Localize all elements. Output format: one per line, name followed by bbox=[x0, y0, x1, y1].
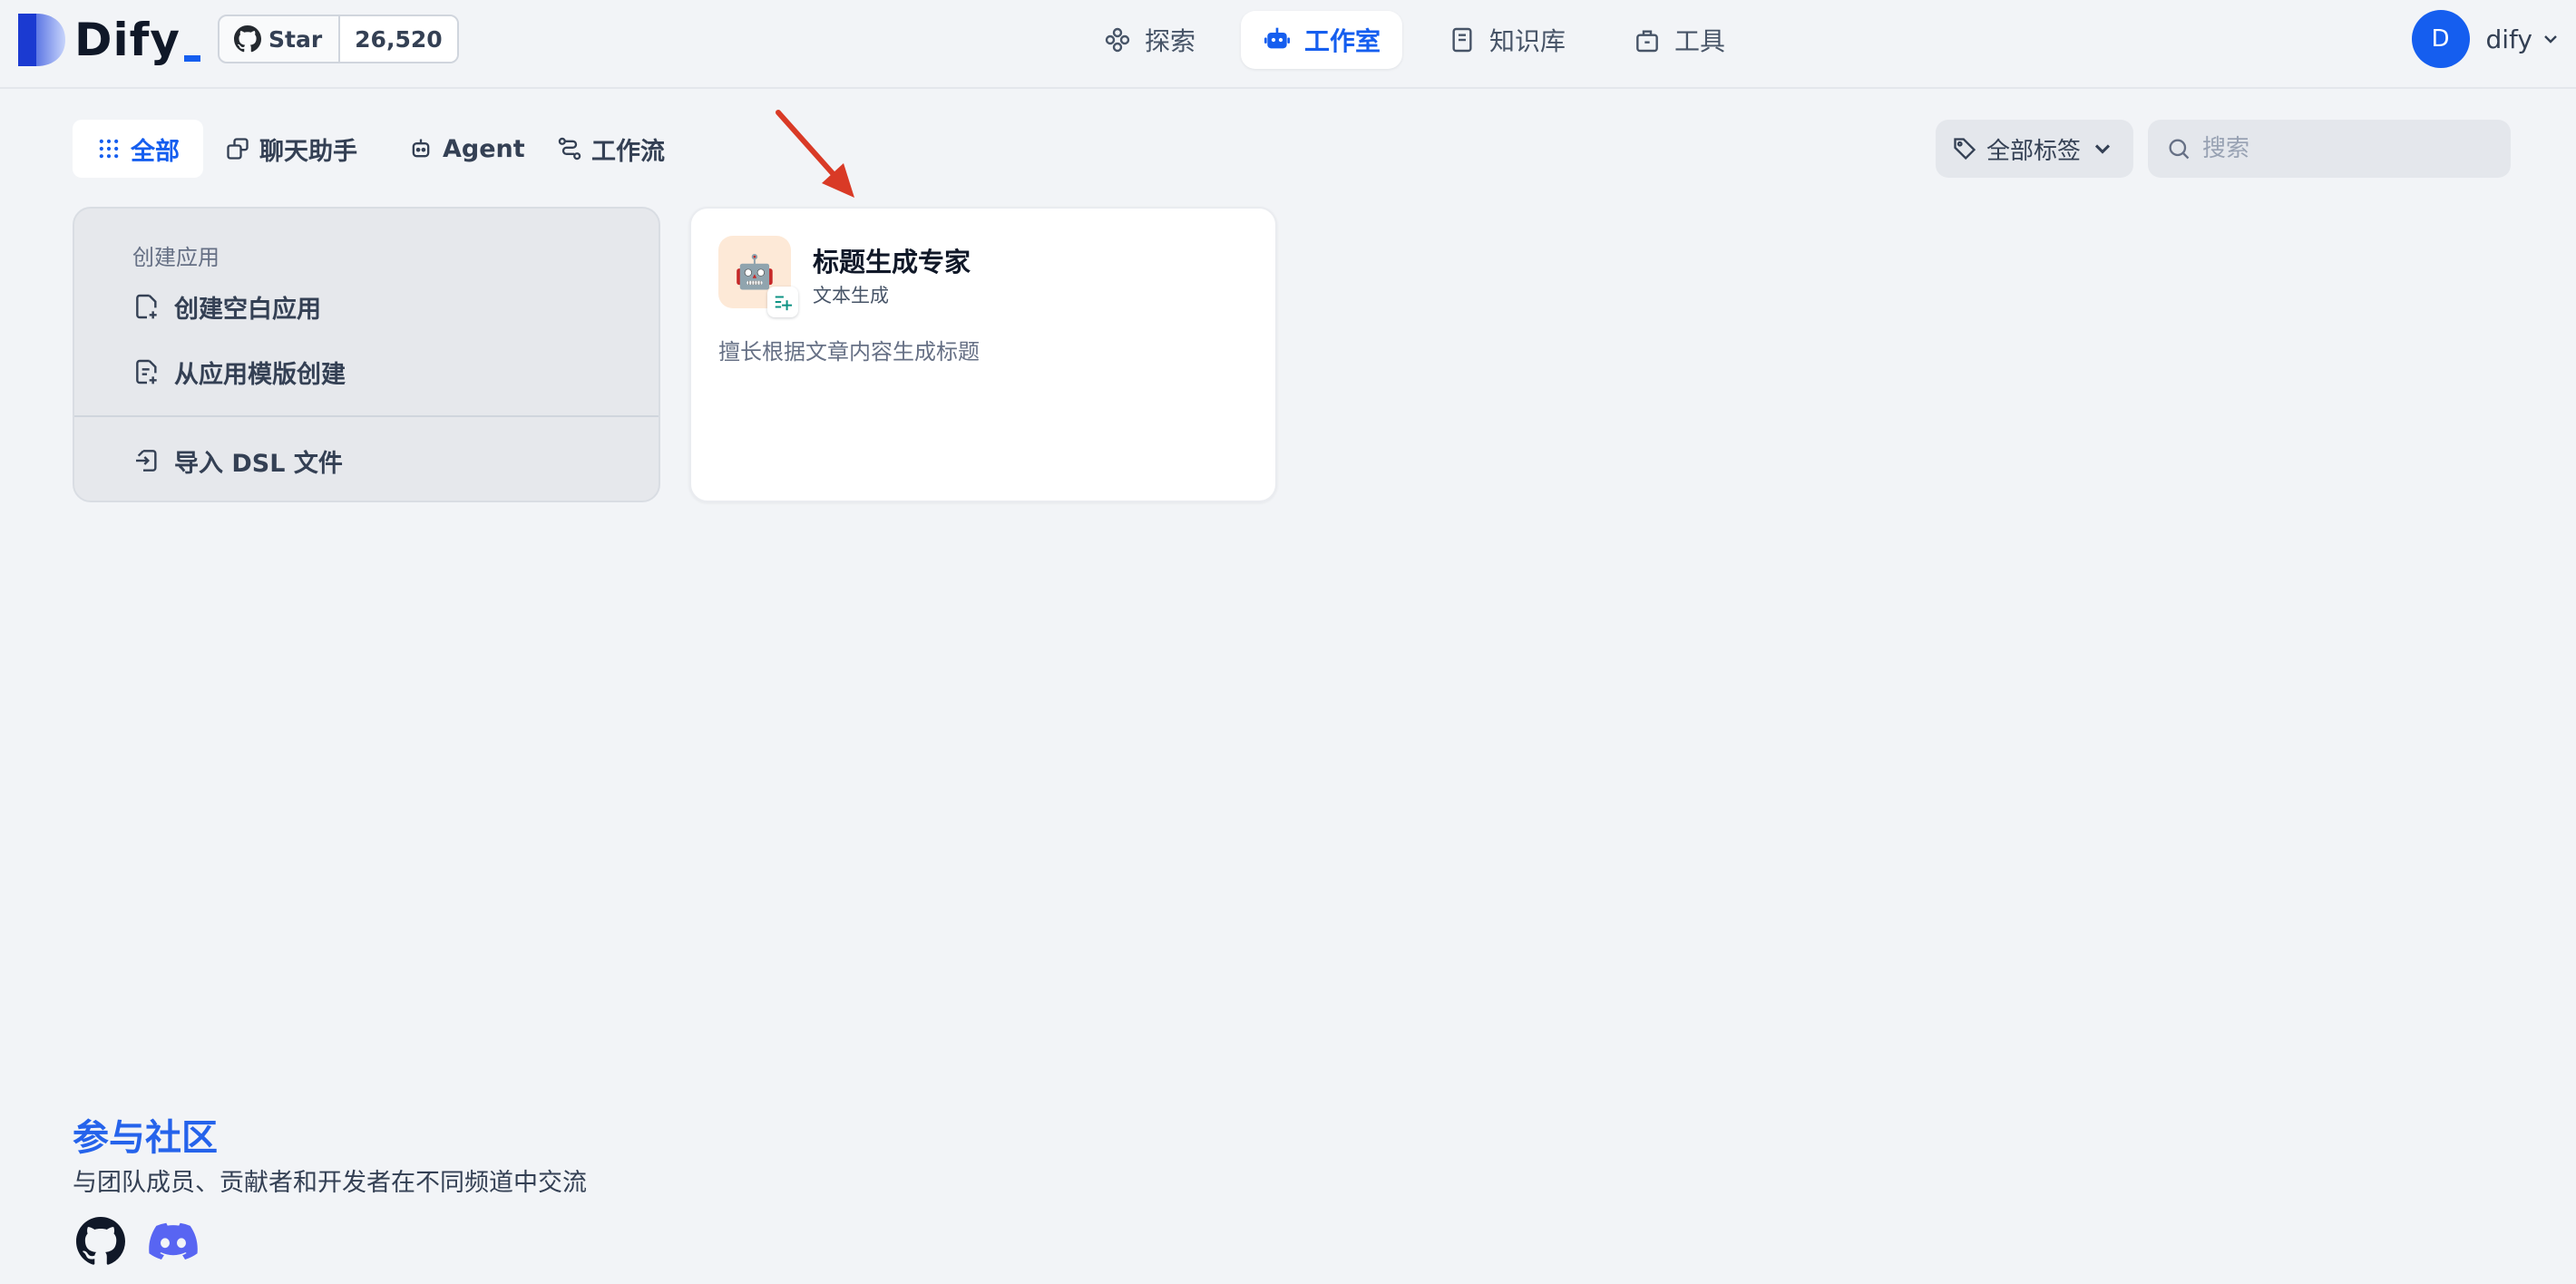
nav-studio-label: 工作室 bbox=[1304, 26, 1381, 56]
user-name: dify bbox=[2485, 24, 2533, 54]
search-input[interactable] bbox=[2202, 135, 2493, 162]
tab-agent[interactable]: Agent bbox=[385, 120, 549, 178]
nav-knowledge-label: 知识库 bbox=[1489, 26, 1566, 56]
explore-icon bbox=[1105, 27, 1130, 53]
import-dsl-label: 导入 DSL 文件 bbox=[174, 449, 343, 478]
toolbox-icon bbox=[1636, 30, 1658, 53]
create-blank-app-button[interactable]: 创建空白应用 bbox=[132, 285, 321, 328]
workflow-icon bbox=[558, 137, 581, 160]
agent-icon bbox=[412, 139, 430, 158]
app-name: 标题生成专家 bbox=[813, 247, 971, 277]
search-icon bbox=[2169, 139, 2190, 160]
create-blank-app-label: 创建空白应用 bbox=[174, 295, 321, 324]
search-box[interactable] bbox=[2148, 120, 2511, 178]
app-type-badge bbox=[767, 287, 798, 317]
tag-filter-label: 全部标签 bbox=[1986, 137, 2082, 165]
app-type: 文本生成 bbox=[813, 285, 889, 306]
grid-icon bbox=[99, 139, 119, 159]
nav-studio[interactable]: 工作室 bbox=[1241, 11, 1403, 69]
nav-knowledge[interactable]: 知识库 bbox=[1426, 11, 1587, 69]
app-card[interactable]: 🤖 标题生成专家 文本生成 擅长根据文章内容生成标题 bbox=[689, 207, 1277, 502]
github-star-label: Star bbox=[268, 25, 323, 53]
community-description: 与团队成员、贡献者和开发者在不同频道中交流 bbox=[73, 1169, 587, 1197]
logo-text: Dify bbox=[74, 14, 181, 66]
robot-icon bbox=[1264, 27, 1290, 49]
book-icon bbox=[1452, 27, 1472, 53]
avatar: D bbox=[2411, 10, 2470, 68]
file-text-icon bbox=[136, 359, 157, 384]
tab-all-label: 全部 bbox=[131, 137, 180, 166]
github-icon bbox=[234, 25, 261, 53]
tab-chatbot[interactable]: 聊天助手 bbox=[201, 120, 381, 178]
nav-tools[interactable]: 工具 bbox=[1611, 11, 1747, 69]
tab-all[interactable]: 全部 bbox=[73, 120, 203, 178]
create-app-title: 创建应用 bbox=[132, 245, 220, 270]
github-star-count[interactable]: 26,520 bbox=[340, 16, 457, 62]
user-menu[interactable]: D dify bbox=[2411, 9, 2562, 69]
app-description: 擅长根据文章内容生成标题 bbox=[718, 339, 980, 365]
chat-bot-icon bbox=[227, 138, 249, 160]
tab-workflow[interactable]: 工作流 bbox=[533, 120, 688, 178]
text-generation-icon bbox=[775, 296, 793, 311]
github-icon[interactable] bbox=[76, 1217, 125, 1266]
tab-agent-label: Agent bbox=[443, 134, 525, 163]
github-star-button[interactable]: Star bbox=[220, 16, 341, 62]
logo-cursor bbox=[184, 54, 200, 62]
chevron-down-icon bbox=[2094, 144, 2111, 154]
create-app-card: 创建应用 创建空白应用 从应用模版创建 导入 DSL 文件 bbox=[73, 207, 660, 502]
nav-tools-label: 工具 bbox=[1674, 26, 1726, 56]
file-plus-icon bbox=[136, 294, 157, 319]
divider bbox=[74, 415, 659, 417]
chevron-down-icon bbox=[2544, 35, 2557, 44]
annotation-arrow-icon bbox=[776, 110, 854, 198]
tag-filter-dropdown[interactable]: 全部标签 bbox=[1936, 120, 2133, 178]
dify-logo-mark-icon bbox=[18, 14, 65, 66]
tab-workflow-label: 工作流 bbox=[591, 137, 665, 166]
import-icon bbox=[136, 450, 157, 472]
tag-icon bbox=[1954, 138, 1976, 160]
nav-explore-label: 探索 bbox=[1145, 26, 1196, 56]
dify-logo[interactable]: Dify bbox=[18, 13, 200, 67]
tab-chatbot-label: 聊天助手 bbox=[259, 137, 357, 166]
robot-emoji-icon: 🤖 bbox=[734, 254, 776, 291]
import-dsl-button[interactable]: 导入 DSL 文件 bbox=[132, 439, 343, 482]
top-header: Dify Star 26,520 探索 工作室 知识库 工具 D dify bbox=[0, 0, 2576, 89]
create-from-template-button[interactable]: 从应用模版创建 bbox=[132, 350, 346, 394]
nav-explore[interactable]: 探索 bbox=[1081, 11, 1217, 69]
github-star-widget[interactable]: Star 26,520 bbox=[218, 15, 459, 63]
create-from-template-label: 从应用模版创建 bbox=[174, 360, 346, 389]
discord-icon[interactable] bbox=[149, 1217, 198, 1266]
community-title: 参与社区 bbox=[73, 1117, 218, 1159]
